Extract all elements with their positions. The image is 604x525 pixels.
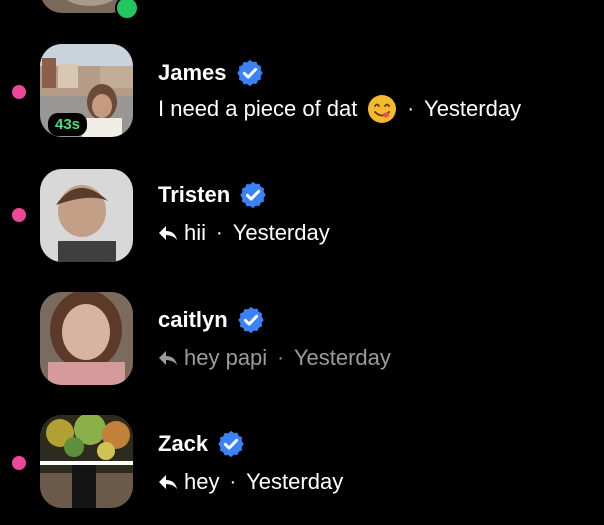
verified-badge-icon (240, 181, 266, 209)
avatar[interactable] (40, 169, 133, 262)
last-message: hey (184, 469, 220, 494)
chat-row-tristen[interactable]: Tristen hii · Yesterday (0, 165, 604, 275)
last-message: hey papi (184, 345, 268, 370)
chat-row-zack[interactable]: Zack hey · Yesterday (0, 415, 604, 525)
online-status-dot (115, 0, 139, 20)
contact-name[interactable]: James (158, 60, 227, 86)
chat-row-caitlyn[interactable]: caitlyn hey papi · Yesterday (0, 290, 604, 400)
snap-timer-badge: 43s (48, 113, 88, 136)
verified-badge-icon (236, 59, 263, 87)
separator: · (277, 346, 284, 369)
last-message: hii (184, 220, 207, 245)
verified-badge-icon (237, 306, 264, 334)
separator: · (216, 221, 223, 244)
unread-dot (12, 456, 26, 470)
avatar[interactable] (40, 292, 133, 385)
timestamp: Yesterday (424, 96, 522, 121)
separator: · (229, 470, 237, 493)
timestamp: Yesterday (232, 220, 330, 245)
unread-dot (12, 85, 26, 99)
last-message: I need a piece of dat (158, 96, 358, 121)
timestamp: Yesterday (246, 469, 344, 494)
chat-row-james[interactable]: 43s James I need a piece of dat · Yester… (0, 40, 604, 150)
reply-arrow-icon (159, 226, 177, 240)
yum-face-icon (368, 95, 397, 123)
contact-name[interactable]: Tristen (158, 182, 230, 208)
separator: · (407, 97, 415, 120)
reply-arrow-icon (159, 351, 177, 365)
unread-dot (12, 208, 26, 222)
reply-arrow-icon (159, 475, 177, 489)
verified-badge-icon (218, 430, 244, 458)
avatar[interactable] (40, 415, 133, 508)
contact-name[interactable]: caitlyn (158, 307, 228, 333)
contact-name[interactable]: Zack (158, 431, 208, 457)
timestamp: Yesterday (293, 345, 391, 370)
